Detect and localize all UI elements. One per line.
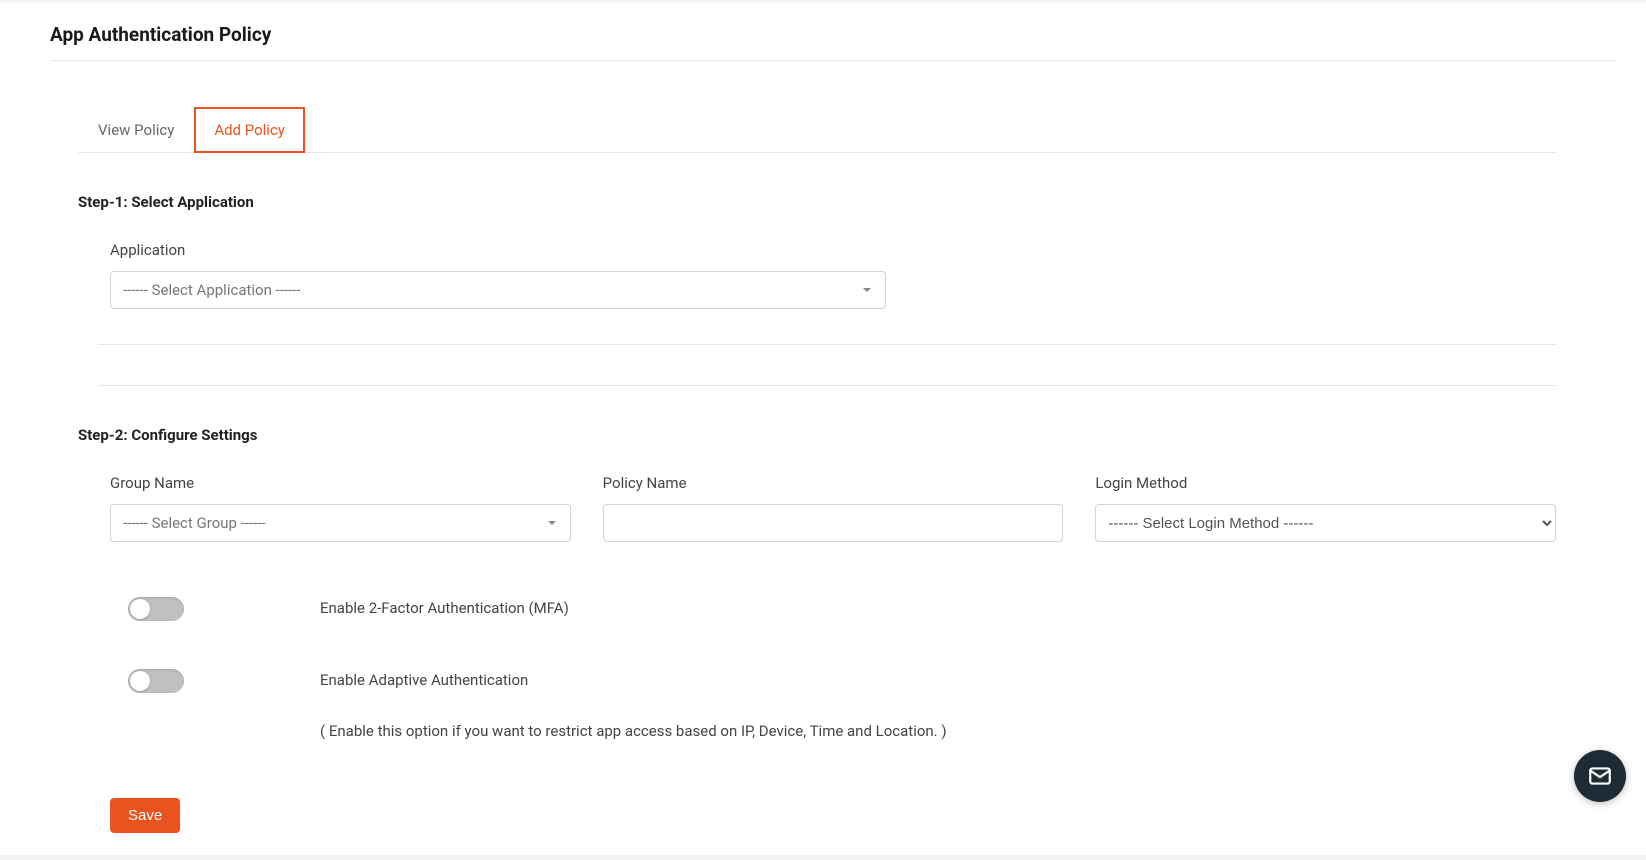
- group-name-select-value: ------ Select Group ------: [123, 514, 266, 532]
- application-select-value: ------ Select Application ------: [123, 281, 300, 299]
- tabs-bar: View Policy Add Policy: [78, 106, 1556, 153]
- policy-name-input[interactable]: [603, 504, 1064, 542]
- adaptive-toggle-label: Enable Adaptive Authentication: [320, 669, 1556, 692]
- tab-add-policy[interactable]: Add Policy: [194, 107, 305, 153]
- save-button[interactable]: Save: [110, 798, 180, 833]
- toggle-knob: [130, 599, 150, 619]
- mfa-toggle-label: Enable 2-Factor Authentication (MFA): [320, 597, 1556, 620]
- application-select[interactable]: ------ Select Application ------: [110, 271, 886, 309]
- policy-name-label: Policy Name: [603, 474, 1064, 492]
- login-method-label: Login Method: [1095, 474, 1556, 492]
- help-fab[interactable]: [1574, 750, 1626, 802]
- adaptive-toggle-hint: ( Enable this option if you want to rest…: [320, 720, 1556, 743]
- chevron-down-icon: [863, 288, 871, 292]
- application-label: Application: [110, 241, 1556, 259]
- step1-title: Step-1: Select Application: [78, 193, 1556, 211]
- tab-view-policy[interactable]: View Policy: [78, 107, 194, 153]
- group-name-label: Group Name: [110, 474, 571, 492]
- adaptive-toggle[interactable]: [128, 669, 184, 693]
- login-method-select[interactable]: ------ Select Login Method ------: [1095, 504, 1556, 542]
- group-name-select[interactable]: ------ Select Group ------: [110, 504, 571, 542]
- step2-title: Step-2: Configure Settings: [78, 426, 1556, 444]
- section-divider: [98, 385, 1556, 386]
- chevron-down-icon: [548, 521, 556, 525]
- section-divider: [98, 344, 1556, 345]
- mfa-toggle[interactable]: [128, 597, 184, 621]
- toggle-knob: [130, 671, 150, 691]
- page-title: App Authentication Policy: [50, 23, 1616, 61]
- mail-icon: [1587, 763, 1613, 789]
